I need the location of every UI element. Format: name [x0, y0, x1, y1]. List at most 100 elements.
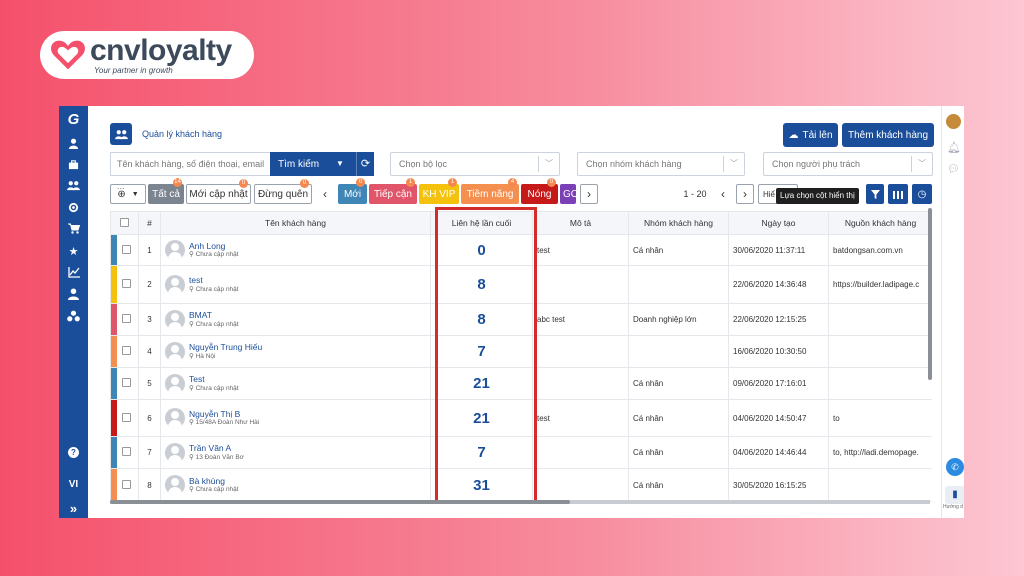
horizontal-scrollbar-thumb[interactable] — [110, 500, 570, 504]
row-checkbox-cell[interactable] — [110, 265, 139, 304]
customer-cell[interactable]: BMAT ⚲ Chưa cập nhật — [160, 303, 431, 336]
target-icon[interactable] — [66, 202, 81, 217]
row-checkbox-cell[interactable] — [110, 234, 139, 266]
scroll-right-icon[interactable]: › — [580, 184, 598, 204]
row-checkbox[interactable] — [122, 447, 131, 456]
customer-source: to — [828, 399, 932, 437]
table-row[interactable]: 2 test ⚲ Chưa cập nhật 8 22/06/2020 14:36:48… — [110, 265, 932, 304]
chat-icon[interactable]: 💬︎ — [947, 164, 960, 175]
clock-icon[interactable]: ◷ — [912, 184, 932, 204]
col-customer-source[interactable]: Nguồn khách hàng — [828, 211, 932, 235]
customer-cell[interactable]: Anh Long ⚲ Chưa cập nhật — [160, 234, 431, 266]
tag-stage-0[interactable]: Mới 0 — [338, 178, 367, 204]
add-view-button[interactable]: ⊕ ▼ — [110, 184, 146, 204]
customer-cell[interactable]: Trần Văn A ⚲ 13 Đoàn Văn Bơ — [160, 436, 431, 469]
right-toolbar: 🔔︎ 💬︎ ✆ ▮ Hướng d — [941, 106, 964, 518]
page-title: Quản lý khách hàng — [142, 129, 223, 139]
row-checkbox[interactable] — [122, 378, 131, 387]
tab-all[interactable]: Tất cả 14 — [148, 178, 184, 204]
network-icon[interactable] — [66, 310, 81, 325]
row-checkbox-cell[interactable] — [110, 436, 139, 469]
scroll-left-icon[interactable]: ‹ — [315, 184, 335, 204]
logo-g-icon[interactable]: G — [66, 112, 81, 127]
language-switch[interactable]: VI — [59, 479, 88, 490]
avatar[interactable] — [946, 114, 961, 129]
vertical-scrollbar[interactable] — [928, 208, 932, 380]
customer-cell[interactable]: Nguyễn Trung Hiếu ⚲ Hà Nội — [160, 335, 431, 368]
count-badge: 0 — [239, 179, 248, 188]
row-checkbox[interactable] — [122, 244, 131, 254]
customer-name[interactable]: test — [189, 275, 239, 286]
tab-recently-updated[interactable]: Mới cập nhật 0 — [186, 179, 251, 204]
col-customer-group[interactable]: Nhóm khách hàng — [628, 211, 729, 235]
select-all-checkbox[interactable] — [110, 211, 139, 235]
table-row[interactable]: 5 Test ⚲ Chưa cập nhật 21 Cá nhân 09/06/2020 … — [110, 367, 932, 400]
cart-icon[interactable] — [66, 223, 81, 238]
customer-name[interactable]: Test — [189, 374, 239, 385]
add-customer-button[interactable]: Thêm khách hàng — [842, 123, 934, 147]
tag-stage-3[interactable]: Tiềm năng 4 — [461, 178, 519, 204]
book-icon[interactable]: ▮ — [945, 486, 964, 504]
expand-sidebar-button[interactable]: » — [59, 501, 88, 516]
guide-label[interactable]: Hướng d — [943, 504, 963, 510]
customer-name[interactable]: Nguyễn Trung Hiếu — [189, 342, 262, 353]
filter-icon[interactable] — [866, 184, 884, 204]
customer-name[interactable]: BMAT — [189, 310, 239, 321]
search-button[interactable]: Tìm kiếm ▼ ⟳ — [270, 152, 374, 176]
row-checkbox[interactable] — [122, 279, 131, 288]
caret-down-icon[interactable]: ▼ — [336, 152, 344, 176]
chart-icon[interactable] — [66, 267, 81, 282]
row-checkbox-cell[interactable] — [110, 335, 139, 368]
description — [532, 265, 629, 304]
row-checkbox[interactable] — [122, 479, 131, 489]
tag-stage-4[interactable]: Nóng 0 — [521, 178, 558, 204]
col-customer-name[interactable]: Tên khách hàng — [160, 211, 431, 235]
customer-cell[interactable]: test ⚲ Chưa cập nhật — [160, 265, 431, 304]
customer-name[interactable]: Trần Văn A — [189, 443, 244, 454]
col-created-date[interactable]: Ngày tạo — [728, 211, 829, 235]
row-checkbox[interactable] — [122, 314, 131, 323]
next-page-icon[interactable]: › — [736, 184, 754, 204]
star-icon[interactable]: ★ — [66, 245, 81, 260]
row-checkbox-cell[interactable] — [110, 399, 139, 437]
row-checkbox-cell[interactable] — [110, 468, 139, 502]
search-input[interactable]: Tên khách hàng, số điện thoại, email ... — [110, 152, 270, 191]
row-checkbox-cell[interactable] — [110, 303, 139, 336]
table-row[interactable]: 8 Bà khùng ⚲ Chưa cập nhật 31 Cá nhân 30/05/2… — [110, 468, 932, 502]
tag-stage-2[interactable]: KH VIP 1 — [419, 178, 459, 204]
row-checkbox[interactable] — [122, 346, 131, 355]
col-last-contact[interactable]: Liên hệ lần cuối — [430, 211, 533, 235]
last-contact-days: 21 — [430, 367, 533, 400]
row-checkbox-cell[interactable] — [110, 367, 139, 400]
customer-cell[interactable]: Nguyễn Thị B ⚲ 15/48A Đoàn Như Hài — [160, 399, 431, 437]
table-row[interactable]: 1 Anh Long ⚲ Chưa cập nhật 0 test Cá nhân 30/0… — [110, 234, 932, 266]
customer-cell[interactable]: Bà khùng ⚲ Chưa cập nhật — [160, 468, 431, 502]
column-settings-icon[interactable] — [888, 184, 908, 204]
filter-select[interactable]: Chọn bộ lọc ﹀ — [390, 152, 560, 176]
tab-dont-forget[interactable]: Đừng quên 0 — [254, 179, 312, 204]
user-tie-icon[interactable] — [66, 288, 81, 303]
tag-stage-1[interactable]: Tiếp cận 1 — [369, 178, 417, 204]
table-row[interactable]: 3 BMAT ⚲ Chưa cập nhật 8 abc test Doanh nghiệ… — [110, 303, 932, 336]
table-row[interactable]: 4 Nguyễn Trung Hiếu ⚲ Hà Nội 7 16/06/2020 10… — [110, 335, 932, 368]
customer-group-select[interactable]: Chọn nhóm khách hàng ﹀ — [577, 152, 745, 176]
phone-icon[interactable]: ✆ — [946, 458, 964, 476]
refresh-icon[interactable]: ⟳ — [356, 152, 374, 176]
customer-name[interactable]: Nguyễn Thị B — [189, 409, 259, 420]
customer-name[interactable]: Bà khùng — [189, 476, 239, 487]
customer-cell[interactable]: Test ⚲ Chưa cập nhật — [160, 367, 431, 400]
table-row[interactable]: 7 Trần Văn A ⚲ 13 Đoàn Văn Bơ 7 Cá nhân 04/06… — [110, 436, 932, 469]
customer-name[interactable]: Anh Long — [189, 241, 239, 252]
row-checkbox[interactable] — [122, 412, 131, 422]
owner-select[interactable]: Chọn người phụ trách ﹀ — [763, 152, 933, 176]
help-icon[interactable]: ? — [68, 447, 79, 458]
briefcase-icon[interactable] — [66, 159, 81, 174]
bell-icon[interactable]: 🔔︎ — [947, 141, 961, 154]
users-icon[interactable] — [66, 180, 81, 195]
prev-page-icon[interactable]: ‹ — [714, 184, 732, 204]
tag-stage-5[interactable]: GO — [560, 184, 576, 204]
upload-button[interactable]: ☁ Tải lên — [783, 123, 838, 147]
user-icon[interactable] — [66, 138, 81, 153]
col-description[interactable]: Mô tả — [532, 211, 629, 235]
table-row[interactable]: 6 Nguyễn Thị B ⚲ 15/48A Đoàn Như Hài 21 test… — [110, 399, 932, 437]
